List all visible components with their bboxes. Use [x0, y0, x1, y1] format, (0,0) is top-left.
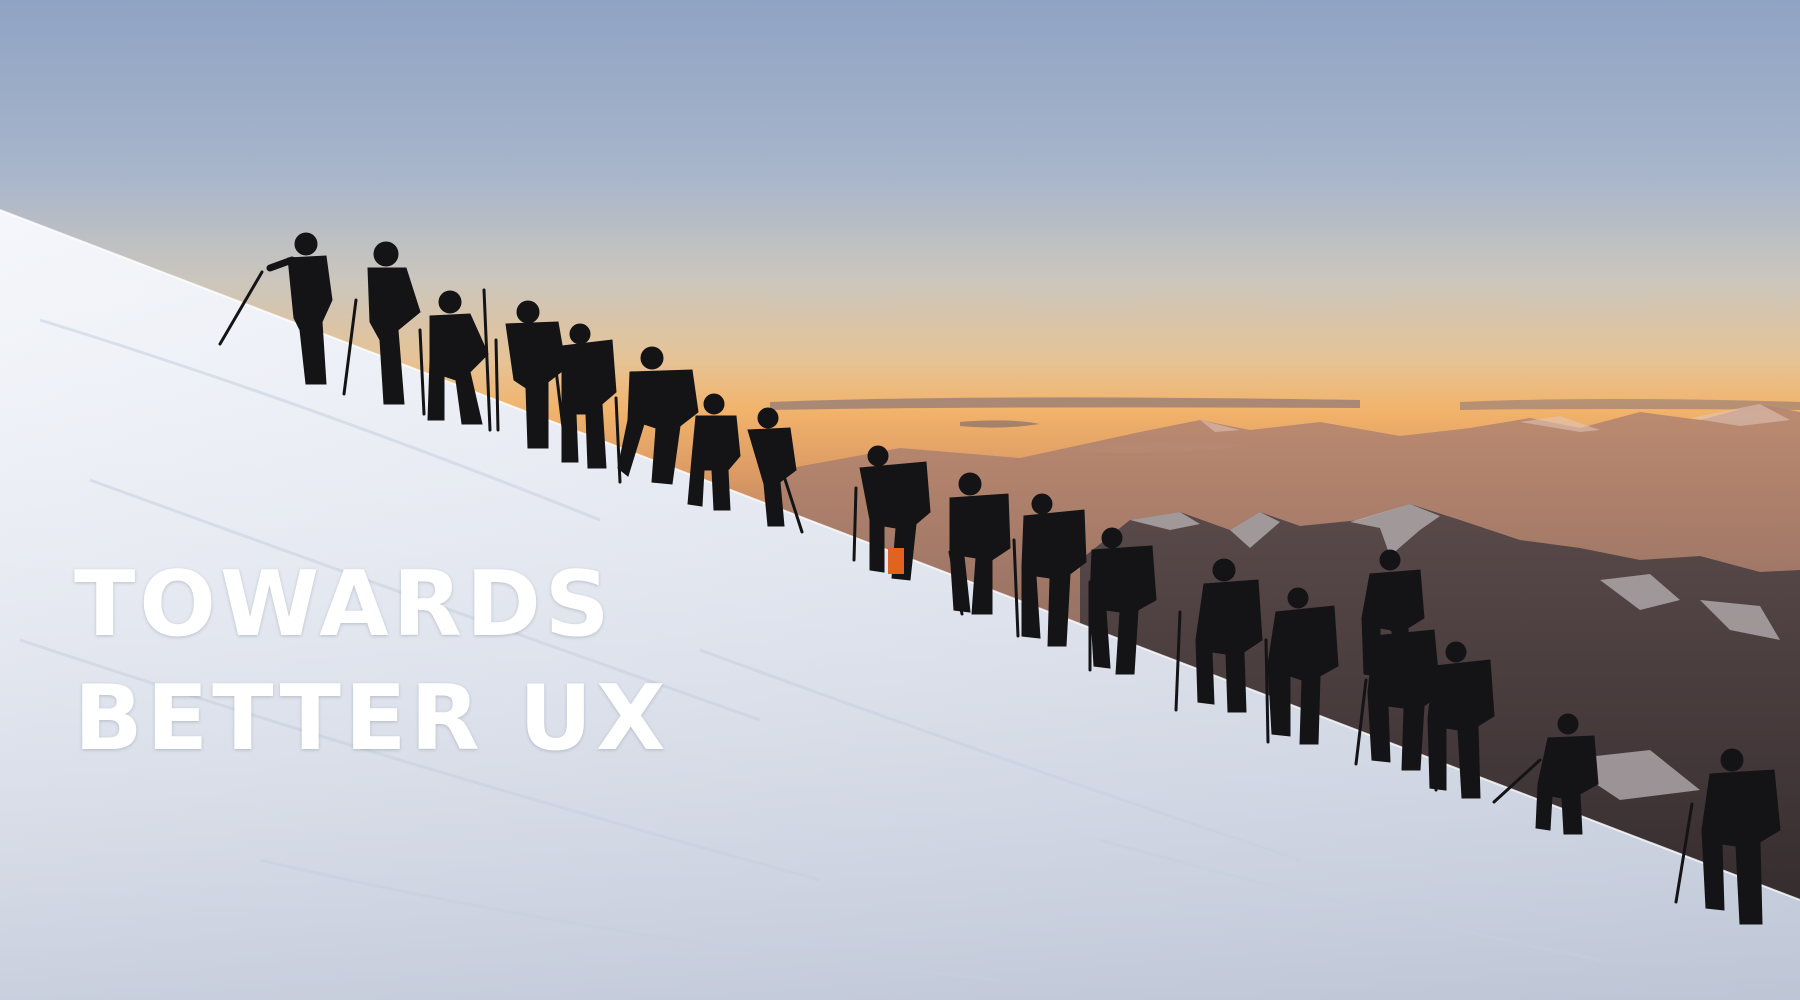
- mountain-photo: [0, 0, 1800, 1000]
- boot-accent: [888, 548, 904, 574]
- hero-scene: TOWARDS BETTER UX: [0, 0, 1800, 1000]
- headline-line-1: TOWARDS: [74, 552, 614, 657]
- headline: TOWARDS BETTER UX: [74, 548, 670, 776]
- headline-line-2: BETTER UX: [74, 666, 670, 771]
